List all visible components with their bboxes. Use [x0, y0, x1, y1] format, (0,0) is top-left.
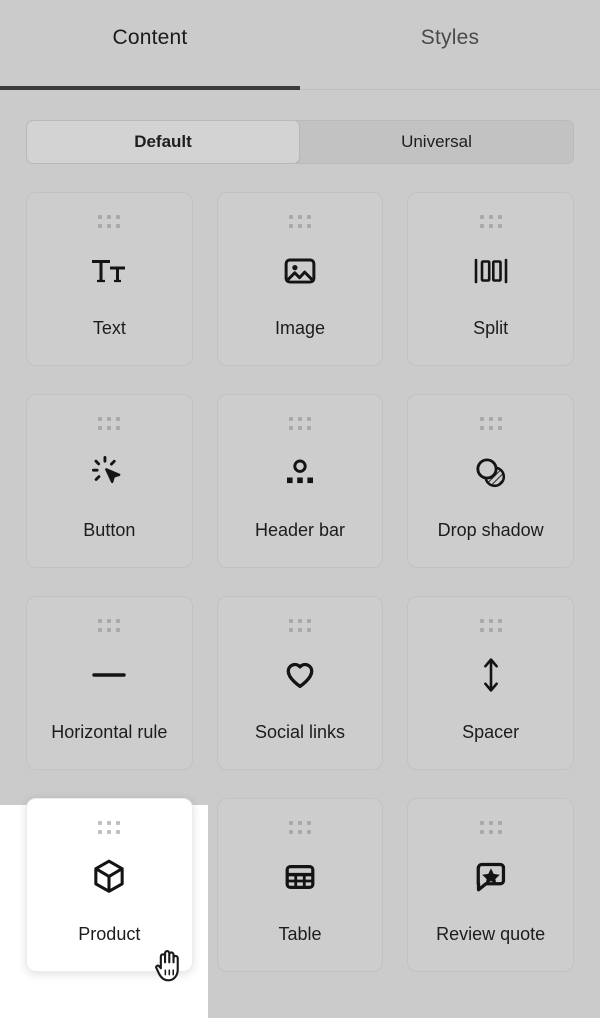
tab-content[interactable]: Content	[0, 0, 300, 90]
block-card-text[interactable]: Text	[26, 192, 193, 366]
block-card-social-links-label: Social links	[254, 722, 346, 742]
drag-handle-icon[interactable]	[98, 821, 121, 834]
active-tab-indicator	[0, 86, 300, 90]
cube-icon	[91, 854, 127, 900]
arrows-vertical-icon	[479, 652, 503, 698]
block-card-image-label: Image	[274, 318, 325, 338]
drag-handle-icon[interactable]	[98, 417, 121, 430]
block-card-horizontal-rule[interactable]: Horizontal rule	[26, 596, 193, 770]
heart-icon	[283, 652, 317, 698]
split-icon	[473, 248, 509, 294]
block-card-spacer[interactable]: Spacer	[407, 596, 574, 770]
segment-default[interactable]: Default	[27, 121, 300, 163]
drag-handle-icon[interactable]	[479, 417, 502, 430]
segmented-control-container: Default Universal	[0, 90, 600, 164]
block-card-review-quote-label: Review quote	[436, 924, 546, 944]
block-card-split[interactable]: Split	[407, 192, 574, 366]
block-card-header-bar-label: Header bar	[254, 520, 346, 540]
segment-universal-label: Universal	[401, 132, 472, 151]
drag-handle-icon[interactable]	[98, 215, 121, 228]
drag-handle-icon[interactable]	[98, 619, 121, 632]
block-card-horizontal-rule-label: Horizontal rule	[51, 722, 168, 742]
block-card-table[interactable]: Table	[216, 798, 384, 972]
tab-styles-label: Styles	[420, 26, 480, 49]
block-card-image[interactable]: Image	[216, 192, 384, 366]
drop-shadow-icon	[473, 450, 509, 496]
block-card-button-label: Button	[83, 520, 136, 540]
block-card-text-label: Text	[92, 318, 126, 338]
block-card-drop-shadow[interactable]: Drop shadow	[407, 394, 574, 568]
tab-bar: Content Styles	[0, 0, 600, 90]
block-card-spacer-label: Spacer	[462, 722, 520, 742]
block-card-split-label: Split	[473, 318, 509, 338]
tab-content-label: Content	[112, 26, 188, 49]
drag-handle-icon[interactable]	[288, 619, 311, 632]
drag-handle-icon[interactable]	[288, 215, 311, 228]
block-card-product-label: Product	[78, 924, 141, 944]
block-card-product[interactable]: Product	[26, 798, 193, 972]
minus-icon	[91, 652, 127, 698]
block-card-header-bar[interactable]: Header bar	[216, 394, 384, 568]
header-bar-icon	[283, 450, 317, 496]
block-card-drop-shadow-label: Drop shadow	[437, 520, 544, 540]
drag-handle-icon[interactable]	[479, 215, 502, 228]
block-card-social-links[interactable]: Social links	[216, 596, 384, 770]
image-icon	[283, 248, 317, 294]
block-card-table-label: Table	[278, 924, 322, 944]
text-icon	[89, 248, 129, 294]
block-palette-grid: Text Image Split Button Header bar Drop …	[0, 164, 600, 972]
block-card-review-quote[interactable]: Review quote	[407, 798, 574, 972]
star-bubble-icon	[474, 854, 508, 900]
drag-handle-icon[interactable]	[288, 821, 311, 834]
tab-styles[interactable]: Styles	[300, 0, 600, 90]
table-icon	[283, 854, 317, 900]
cursor-click-icon	[91, 450, 127, 496]
drag-handle-icon[interactable]	[288, 417, 311, 430]
segment-universal[interactable]: Universal	[300, 121, 573, 163]
drag-handle-icon[interactable]	[479, 619, 502, 632]
block-card-button[interactable]: Button	[26, 394, 193, 568]
segment-default-label: Default	[134, 132, 192, 151]
segmented-control: Default Universal	[26, 120, 574, 164]
drag-handle-icon[interactable]	[479, 821, 502, 834]
